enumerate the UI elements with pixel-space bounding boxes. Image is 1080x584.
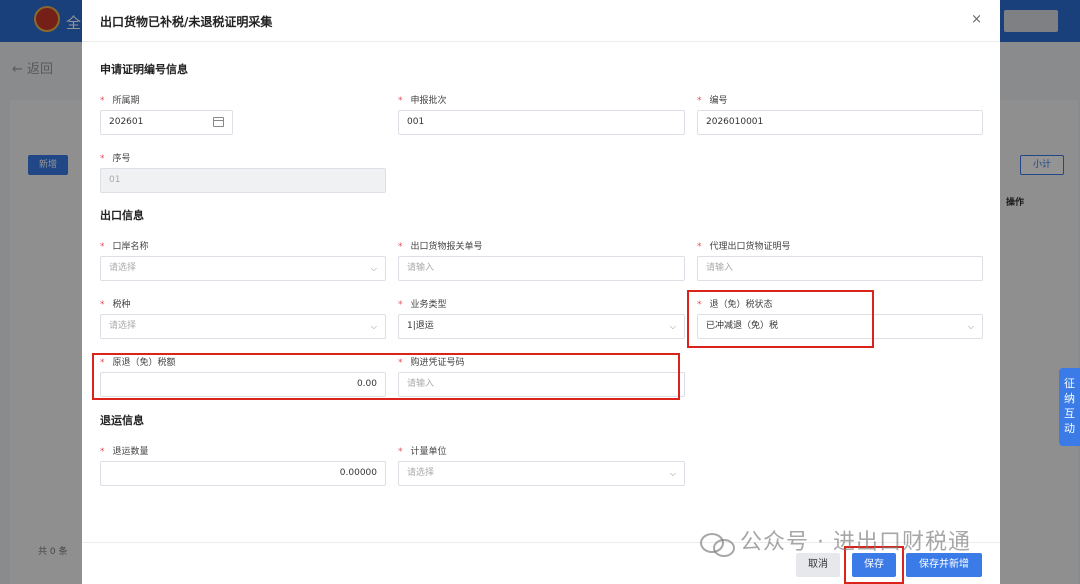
chevron-down-icon: ⌵ [967,322,974,331]
chevron-down-icon: ⌵ [370,322,377,331]
customs-no-input[interactable]: 请输入 [398,256,685,281]
dialog-header: 出口货物已补税/未退税证明采集 × [82,0,1000,42]
chevron-down-icon: ⌵ [370,264,377,273]
unit-select[interactable]: 请选择 ⌵ [398,461,685,486]
watermark: 公众号 · 进出口财税通 [700,524,971,557]
highlight-amount-row [92,353,680,400]
section-cert-title: 申请证明编号信息 [100,63,188,76]
tax-type-label: * 税种 [100,300,131,310]
return-qty-label: * 退运数量 [100,447,149,457]
tax-type-select[interactable]: 请选择 ⌵ [100,314,386,339]
unit-label: * 计量单位 [398,447,447,457]
dialog-title: 出口货物已补税/未退税证明采集 [100,15,273,29]
period-field[interactable]: 202601 [100,110,233,135]
wechat-icon [700,531,735,557]
watermark-text: 公众号 · 进出口财税通 [740,530,971,555]
batch-field[interactable]: 001 [398,110,685,135]
interaction-side-tab[interactable]: 征纳互动 [1059,368,1080,446]
customs-no-label: * 出口货物报关单号 [398,242,483,252]
port-label: * 口岸名称 [100,242,149,252]
highlight-refund-status [687,290,874,348]
calendar-icon[interactable] [213,117,224,127]
batch-label: * 申报批次 [398,96,447,106]
close-icon[interactable]: × [971,12,982,27]
section-export-title: 出口信息 [100,209,144,222]
cancel-button[interactable]: 取消 [796,553,840,577]
number-field[interactable]: 2026010001 [697,110,983,135]
agent-cert-input[interactable]: 请输入 [697,256,983,281]
port-select[interactable]: 请选择 ⌵ [100,256,386,281]
seq-label: * 序号 [100,154,131,164]
number-label: * 编号 [697,96,728,106]
period-label: * 所属期 [100,96,140,106]
agent-cert-label: * 代理出口货物证明号 [697,242,791,252]
chevron-down-icon: ⌵ [669,322,676,331]
biz-type-select[interactable]: 1|退运 ⌵ [398,314,685,339]
biz-type-label: * 业务类型 [398,300,447,310]
chevron-down-icon: ⌵ [669,469,676,478]
seq-field: 01 [100,168,386,193]
return-qty-input[interactable]: 0.00000 [100,461,386,486]
collection-dialog: 出口货物已补税/未退税证明采集 × 申请证明编号信息 * 所属期 202601 *… [82,0,1000,584]
save-and-new-button[interactable]: 保存并新增 [906,553,982,577]
section-return-title: 退运信息 [100,414,144,427]
